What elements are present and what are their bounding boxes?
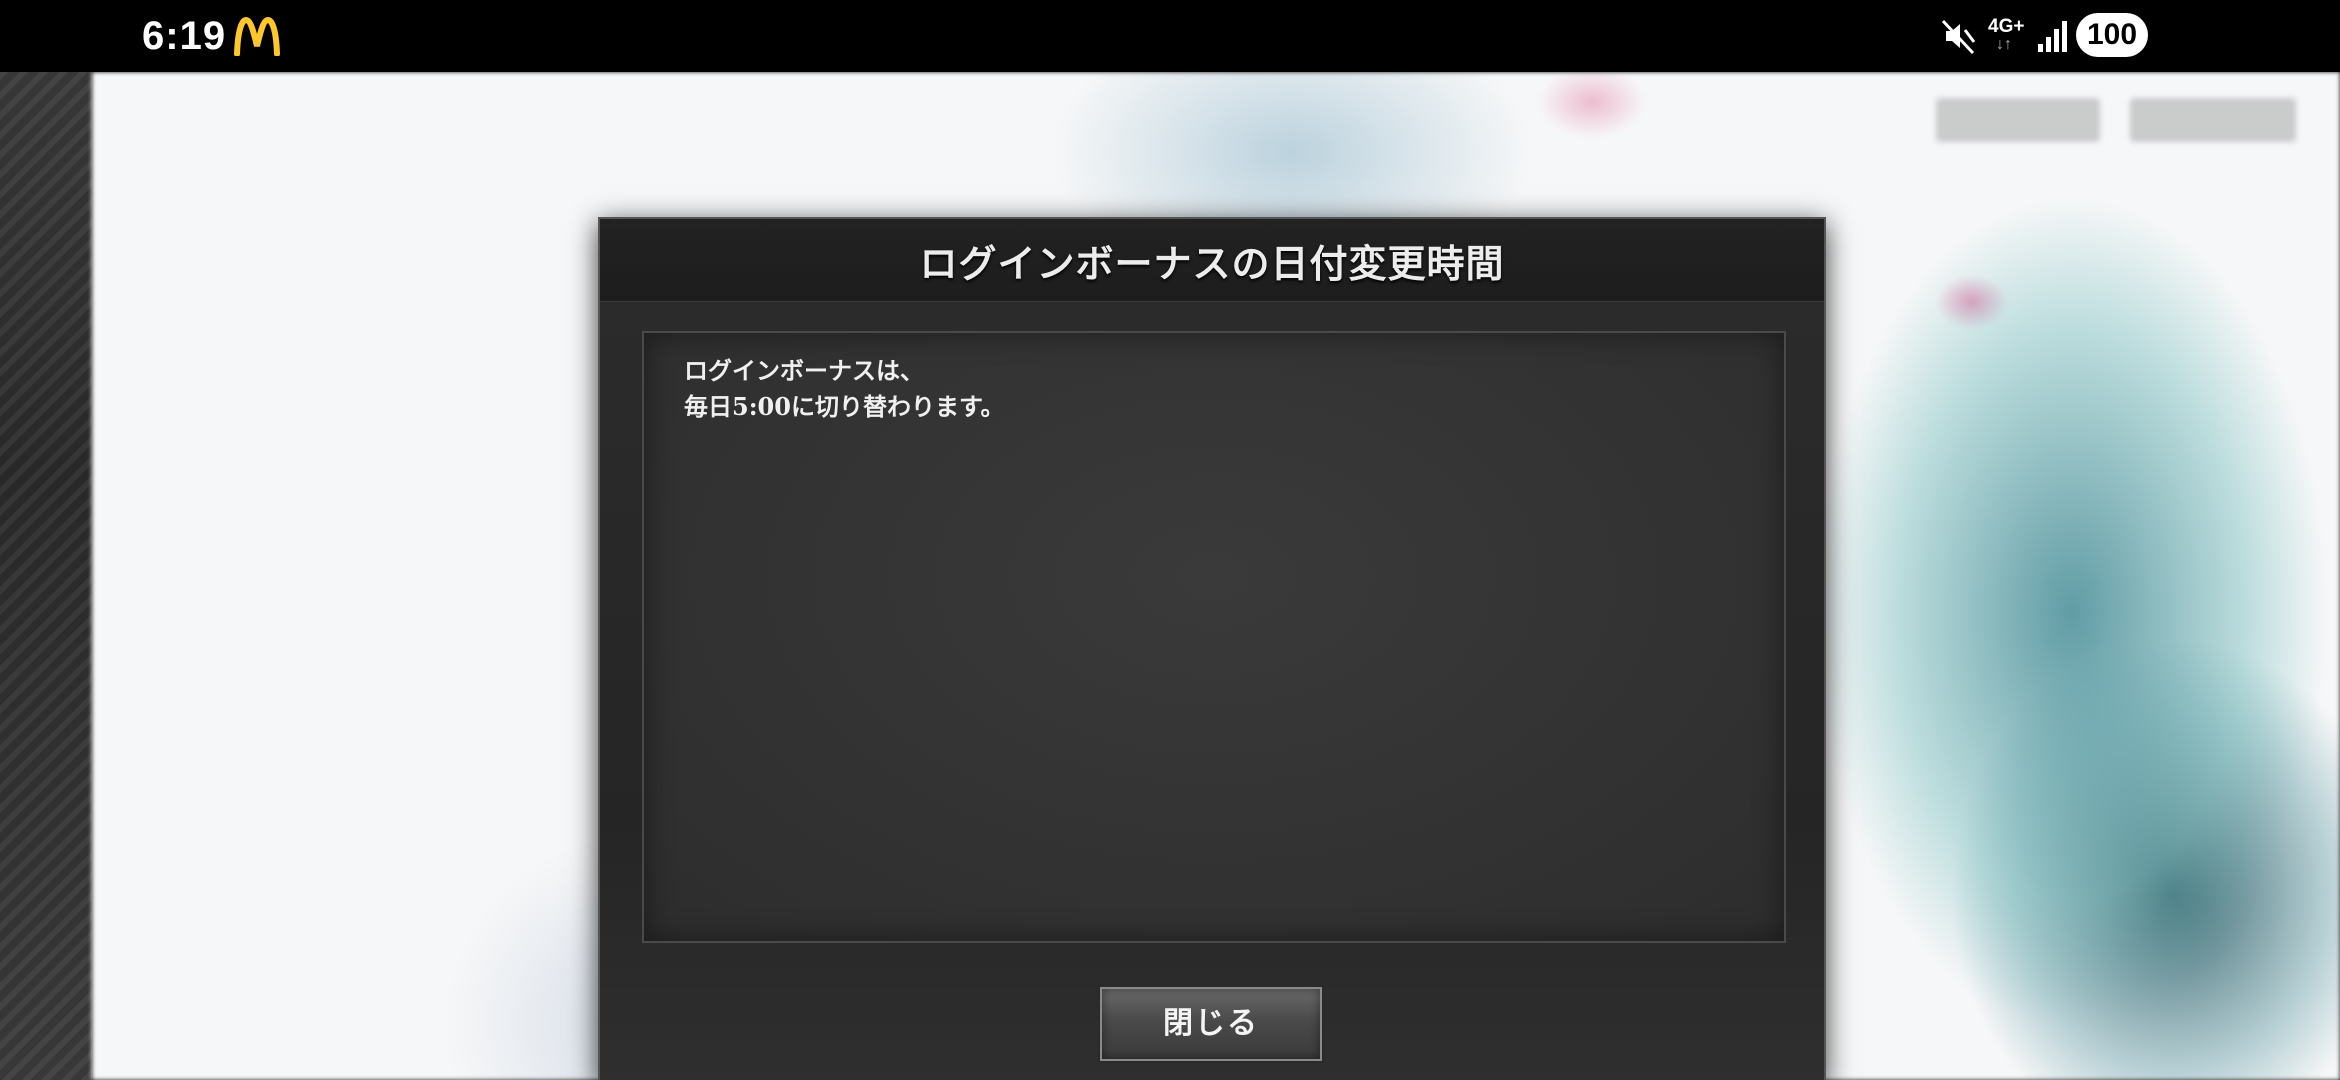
left-decorative-rail [0,72,92,1080]
blurred-top-button-2 [2130,98,2296,142]
blurred-top-button-1 [1936,98,2100,142]
close-button[interactable]: 閉じる [1100,987,1322,1061]
login-bonus-dialog: ログインボーナスの日付変更時間 ログインボーナスは、 毎日5:00に切り替わりま… [598,217,1826,1080]
dialog-message: ログインボーナスは、 毎日5:00に切り替わります。 [684,356,1005,421]
status-clock: 6:19 [142,14,227,58]
network-label: 4G+ [1988,16,2025,37]
dialog-title: ログインボーナスの日付変更時間 [919,241,1505,286]
status-bar: 6:19 4G+ ↓↑ 100 [0,0,2340,72]
game-logo [130,872,510,1012]
game-screen: ログインボーナスの日付変更時間 ログインボーナスは、 毎日5:00に切り替わりま… [0,72,2340,1080]
battery-icon: 100 [2076,13,2148,57]
signal-icon [2038,21,2067,52]
dialog-header: ログインボーナスの日付変更時間 [600,219,1824,302]
mute-icon [1941,19,1976,55]
dialog-content-panel: ログインボーナスは、 毎日5:00に切り替わります。 [642,331,1786,943]
mcdonalds-app-icon [234,16,280,56]
network-4g-icon: 4G+ ↓↑ [1988,16,2025,53]
